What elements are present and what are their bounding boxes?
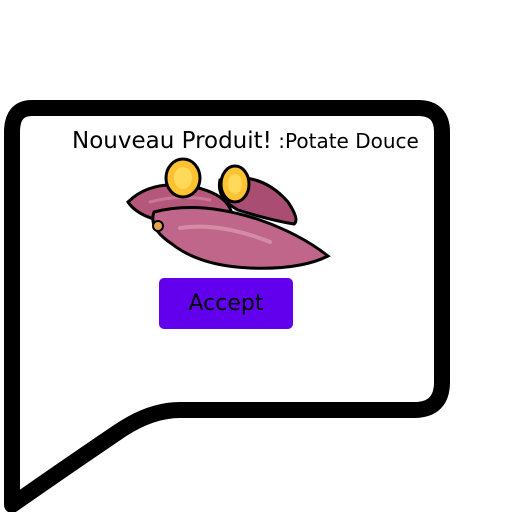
sweet-potato-icon [126,157,331,270]
accept-button[interactable]: Accept [159,278,293,329]
